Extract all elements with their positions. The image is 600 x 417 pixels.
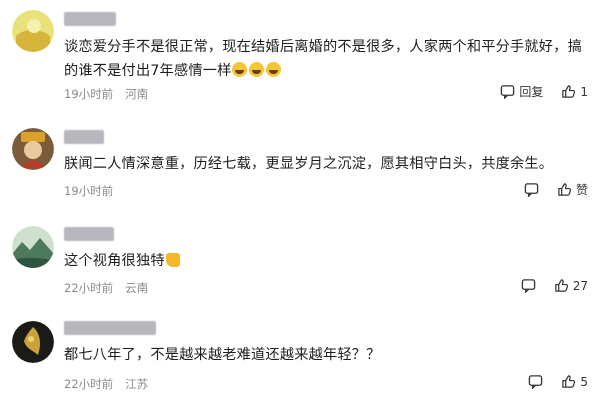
username-blurred[interactable] — [64, 12, 116, 26]
comment-actions: 27 — [521, 278, 588, 293]
comment-item: 谈恋爱分手不是很正常，现在结婚后离婚的不是很多，人家两个和平分手就好，搞的谁不是… — [0, 0, 600, 110]
comment-time: 22小时前 — [64, 377, 114, 391]
reply-icon — [529, 375, 543, 389]
like-button[interactable]: 1 — [561, 84, 588, 99]
comment-item: 这个视角很独特 22小时前 云南 27 — [0, 210, 600, 305]
comment-meta: 19小时前 — [64, 183, 113, 199]
comment-time: 19小时前 — [64, 184, 114, 198]
comment-item: 都七八年了，不是越来越老难道还越来越年轻？？ 22小时前 江苏 5 — [0, 305, 600, 417]
user-avatar-image — [12, 321, 54, 363]
like-button[interactable]: 5 — [561, 374, 588, 389]
thumbs-up-icon — [554, 279, 568, 292]
username-blurred[interactable] — [64, 130, 104, 144]
avatar[interactable] — [12, 10, 54, 52]
reply-button[interactable] — [521, 278, 536, 293]
reply-button[interactable] — [524, 182, 539, 197]
user-avatar-image — [12, 128, 54, 170]
comment-time: 19小时前 — [64, 87, 114, 101]
comment-text: 都七八年了，不是越来越老难道还越来越年轻？？ — [64, 347, 381, 363]
thumbs-up-emoji-icon — [165, 253, 180, 267]
like-count: 赞 — [575, 183, 588, 197]
comment-actions: 5 — [528, 374, 588, 389]
like-count: 27 — [572, 278, 588, 293]
reply-icon — [521, 279, 535, 293]
reply-button[interactable] — [528, 374, 543, 389]
like-count: 5 — [580, 374, 588, 389]
avatar[interactable] — [12, 128, 54, 170]
comment-location: 江苏 — [125, 377, 149, 391]
comment-meta: 22小时前 云南 — [64, 280, 148, 296]
comment-location: 云南 — [125, 281, 149, 295]
comment-actions: 赞 — [524, 181, 588, 198]
comment-actions: 回复 1 — [500, 83, 588, 100]
avatar[interactable] — [12, 226, 54, 268]
reply-icon — [501, 85, 515, 99]
comment-text: 朕闻二人情深意重，历经七载，更显岁月之沉淀，愿其相守白头，共度余生。 — [64, 156, 554, 172]
comment-location: 河南 — [125, 87, 149, 101]
thumbs-up-icon — [558, 183, 572, 196]
reply-label: 回复 — [519, 85, 544, 99]
reply-icon — [524, 183, 539, 197]
thumbs-up-icon — [562, 375, 576, 388]
user-avatar-image — [12, 10, 54, 52]
like-count: 1 — [580, 84, 588, 99]
like-button[interactable]: 赞 — [557, 181, 588, 198]
comment-text: 谈恋爱分手不是很正常，现在结婚后离婚的不是很多，人家两个和平分手就好，搞的谁不是… — [64, 39, 582, 79]
comment-time: 22小时前 — [64, 281, 114, 295]
thumbs-up-icon — [562, 85, 576, 98]
avatar[interactable] — [12, 321, 54, 363]
user-avatar-image — [12, 226, 54, 268]
username-blurred[interactable] — [64, 321, 156, 335]
comment-meta: 19小时前 河南 — [64, 86, 148, 102]
comment-item: 朕闻二人情深意重，历经七载，更显岁月之沉淀，愿其相守白头，共度余生。 19小时前… — [0, 110, 600, 210]
comment-meta: 22小时前 江苏 — [64, 376, 148, 392]
reply-button[interactable]: 回复 — [500, 83, 543, 100]
username-blurred[interactable] — [64, 227, 114, 241]
comment-text: 这个视角很独特 — [64, 249, 582, 273]
like-button[interactable]: 27 — [554, 278, 588, 293]
laughing-emoji-icon — [231, 62, 283, 79]
